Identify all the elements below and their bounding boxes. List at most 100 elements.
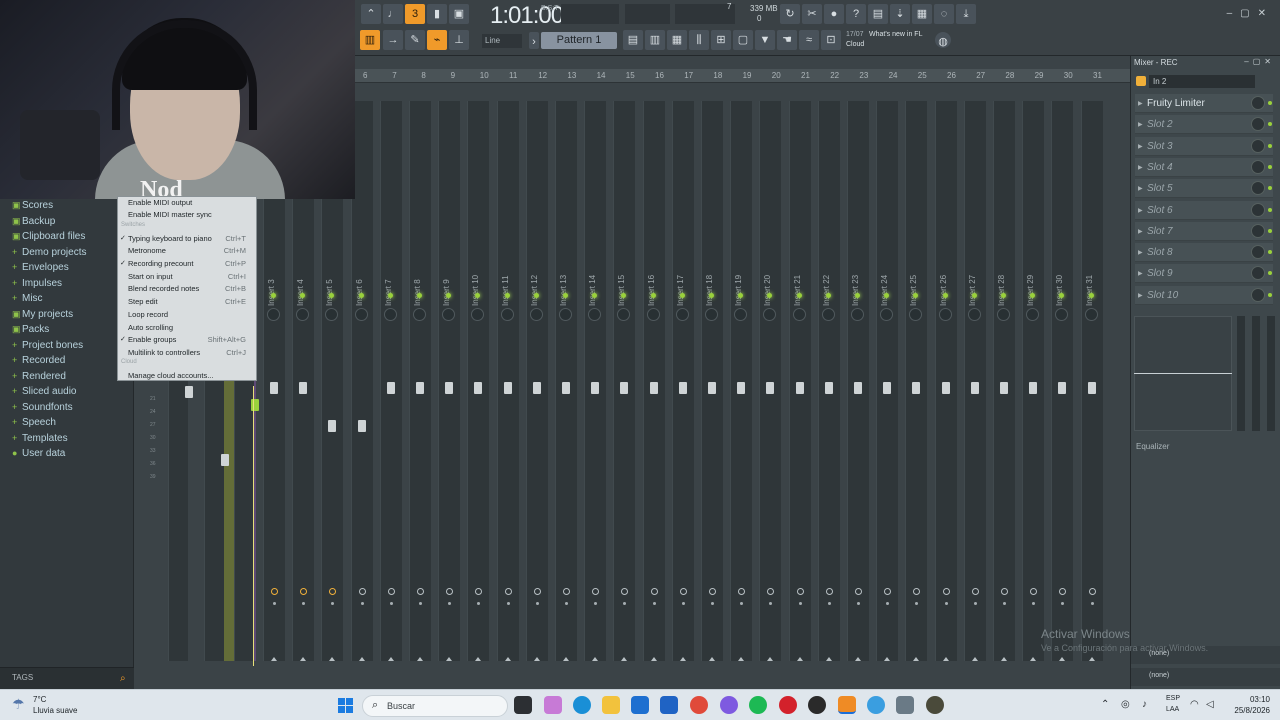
insert-strip[interactable]: [905, 101, 928, 661]
pattern-prev-icon[interactable]: ›: [529, 32, 539, 49]
route-arrow-icon[interactable]: [855, 657, 861, 661]
insert-strip[interactable]: [993, 101, 1015, 661]
app-icon[interactable]: [808, 696, 826, 714]
effect-slot[interactable]: ▶ Fruity Limiter: [1135, 94, 1273, 113]
wifi-icon[interactable]: ◠: [1190, 699, 1199, 710]
clock-time[interactable]: 03:10: [1234, 695, 1270, 704]
step-icon[interactable]: ▮: [427, 4, 447, 24]
plugin-icon[interactable]: ▼: [755, 30, 775, 50]
route-arrow-icon[interactable]: [358, 657, 365, 661]
browser-item[interactable]: + Recorded: [12, 355, 65, 366]
effect-slot[interactable]: ▶ Slot 7: [1135, 221, 1273, 241]
touch-icon[interactable]: ☚: [777, 30, 797, 50]
arrow-right-icon[interactable]: →: [383, 30, 403, 50]
history-icon[interactable]: ↻: [780, 4, 800, 24]
pan-knob[interactable]: [646, 308, 660, 321]
mix-knob[interactable]: [1251, 245, 1265, 260]
insert-led[interactable]: [504, 293, 510, 298]
fader-handle[interactable]: [474, 382, 483, 394]
piano-icon[interactable]: ▦: [667, 30, 687, 50]
fader-handle[interactable]: [357, 420, 366, 432]
slot-led[interactable]: [1268, 250, 1272, 255]
chat-icon[interactable]: ◌: [934, 4, 954, 24]
browser-item[interactable]: ▣Clipboard files: [12, 231, 85, 242]
insert-strip[interactable]: [525, 101, 548, 661]
insert-strip[interactable]: [847, 101, 869, 661]
pan-knob[interactable]: [967, 308, 981, 321]
browser-item[interactable]: + Speech: [12, 417, 56, 428]
route-ring[interactable]: [1001, 588, 1008, 595]
mix-knob[interactable]: [1251, 181, 1265, 196]
mix-knob[interactable]: [1251, 159, 1265, 174]
route-arrow-icon[interactable]: [329, 657, 336, 661]
mix-knob[interactable]: [1251, 138, 1265, 153]
pencil-icon[interactable]: ✎: [405, 30, 425, 50]
fader-handle[interactable]: [766, 382, 775, 394]
expand-icon[interactable]: ▶: [1138, 270, 1143, 277]
effect-slot[interactable]: ▶ Slot 10: [1135, 285, 1273, 305]
browser-item[interactable]: + Project bones: [12, 340, 83, 351]
browser-item[interactable]: + Demo projects: [12, 247, 86, 258]
menu-item[interactable]: Enable groups: [128, 335, 176, 344]
piano-roll-icon[interactable]: ▥: [360, 30, 380, 50]
fader-handle[interactable]: [445, 382, 454, 394]
mix-knob[interactable]: [1251, 96, 1265, 110]
insert-strip[interactable]: [759, 101, 782, 661]
network-icon[interactable]: ◎: [1121, 699, 1130, 710]
route-ring[interactable]: [387, 588, 395, 595]
send-dot[interactable]: [857, 602, 860, 605]
input-select[interactable]: In 2: [1149, 75, 1255, 88]
menu-item[interactable]: Multilink to controllers: [128, 348, 200, 357]
insert-led[interactable]: [387, 293, 393, 298]
route-ring[interactable]: [533, 588, 541, 595]
menu-item[interactable]: Enable MIDI master sync: [128, 210, 212, 219]
fader-handle[interactable]: [1000, 382, 1008, 394]
menu-item[interactable]: Recording precount: [128, 259, 193, 268]
mix-knob[interactable]: [1251, 223, 1265, 238]
fader-handle[interactable]: [328, 420, 337, 432]
menu-item[interactable]: Start on input: [128, 272, 173, 281]
spotify-icon[interactable]: [749, 696, 767, 714]
cart-icon[interactable]: ⊡: [821, 30, 841, 50]
save-icon[interactable]: ▤: [868, 4, 888, 24]
insert-led[interactable]: [650, 293, 656, 298]
browser-item[interactable]: + Envelopes: [12, 262, 69, 273]
send-dot[interactable]: [565, 602, 568, 605]
send-dot[interactable]: [944, 602, 948, 605]
pan-knob[interactable]: [1084, 308, 1098, 321]
route-arrow-icon[interactable]: [1059, 657, 1066, 661]
route-ring[interactable]: [358, 588, 366, 595]
tools-icon[interactable]: ✂: [802, 4, 822, 24]
pan-knob[interactable]: [997, 308, 1010, 321]
insert-led[interactable]: [271, 293, 276, 298]
fader-handle[interactable]: [708, 382, 716, 394]
insert-led[interactable]: [1088, 293, 1094, 298]
insert-strip[interactable]: [963, 101, 986, 661]
weather-desc[interactable]: Lluvia suave: [33, 706, 77, 715]
expand-icon[interactable]: ▶: [1138, 207, 1143, 214]
insert-strip[interactable]: [467, 101, 490, 661]
send-dot[interactable]: [652, 602, 656, 605]
fl-studio-icon[interactable]: [838, 696, 856, 714]
route-ring[interactable]: [825, 588, 833, 595]
insert-led[interactable]: [971, 293, 977, 298]
browser-item[interactable]: ▣Backup: [12, 216, 55, 227]
send-dot[interactable]: [360, 602, 364, 605]
fader-handle[interactable]: [1087, 382, 1096, 394]
pan-knob[interactable]: [500, 308, 514, 321]
count-icon[interactable]: 3: [405, 4, 425, 24]
fader-handle[interactable]: [795, 382, 804, 394]
effect-slot[interactable]: ▶ Slot 8: [1135, 243, 1273, 263]
route-arrow-icon[interactable]: [1030, 657, 1037, 661]
clock-date[interactable]: 25/8/2026: [1222, 706, 1270, 715]
route-ring[interactable]: [563, 588, 570, 595]
route-arrow-icon[interactable]: [709, 657, 715, 661]
insert-strip[interactable]: [730, 101, 753, 661]
fader-handle[interactable]: [970, 382, 979, 394]
route-arrow-icon[interactable]: [650, 657, 657, 661]
chrome-profile-icon[interactable]: [867, 696, 885, 714]
route-arrow-icon[interactable]: [1088, 657, 1095, 661]
insert-strip[interactable]: [438, 101, 461, 661]
link-icon[interactable]: ⌁: [427, 30, 447, 50]
menu-item[interactable]: Auto scrolling: [128, 323, 173, 332]
